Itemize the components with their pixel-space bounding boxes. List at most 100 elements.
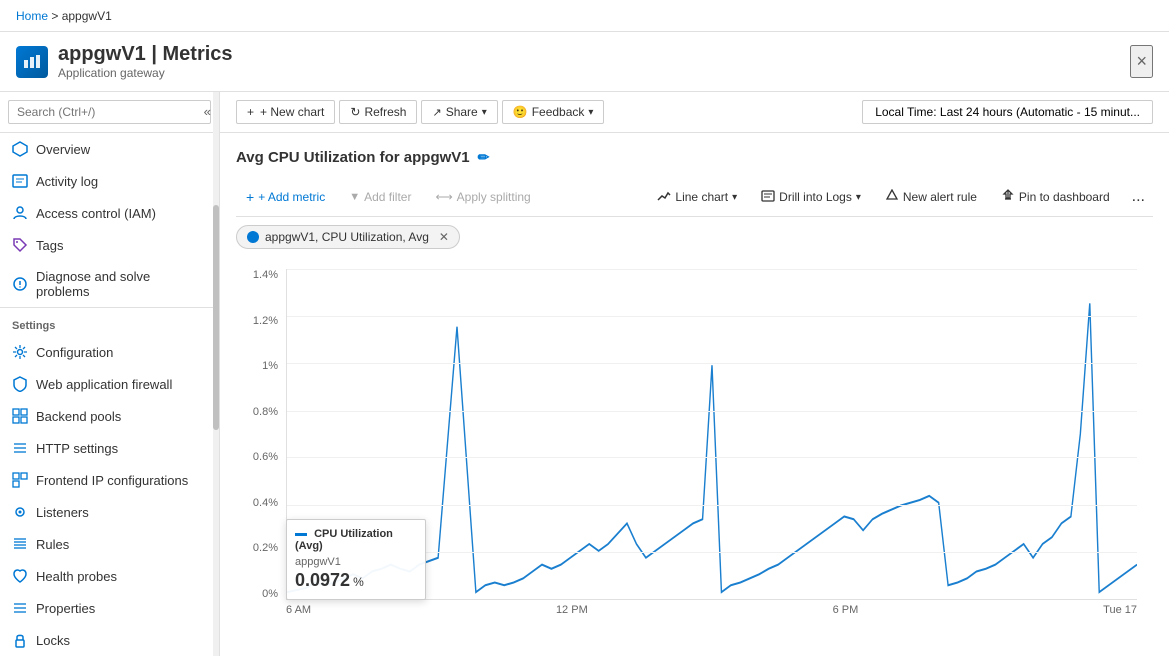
sidebar-item-activity-log[interactable]: Activity log — [0, 165, 219, 197]
y-label-6: 0.4% — [253, 497, 278, 509]
grid-line-3 — [287, 411, 1137, 412]
activity-log-icon — [12, 173, 28, 189]
share-button[interactable]: ↗ Share ▾ — [421, 100, 497, 124]
search-input[interactable] — [8, 100, 211, 124]
sidebar-item-locks[interactable]: Locks — [0, 624, 219, 656]
search-box — [0, 92, 219, 133]
page-header: appgwV1 | Metrics Application gateway × — [0, 32, 1169, 92]
overview-svg-icon — [12, 141, 28, 157]
health-probes-icon — [12, 568, 28, 584]
sidebar-item-label-activity: Activity log — [36, 174, 98, 189]
sidebar-item-backend-pools[interactable]: Backend pools — [0, 400, 219, 432]
y-label-7: 0.2% — [253, 542, 278, 554]
add-metric-button[interactable]: + + Add metric — [236, 185, 335, 209]
properties-icon — [12, 600, 28, 616]
feedback-button[interactable]: 🙂 Feedback ▾ — [502, 100, 605, 124]
drill-logs-icon — [761, 189, 775, 206]
configuration-svg-icon — [12, 344, 28, 360]
share-label: Share — [446, 105, 478, 119]
activity-log-svg-icon — [12, 173, 28, 189]
overview-icon — [12, 141, 28, 157]
grid-line-top — [287, 269, 1137, 270]
tooltip-unit: % — [353, 575, 364, 589]
chart-title-row: Avg CPU Utilization for appgwV1 ✏ — [236, 149, 1153, 166]
tooltip-label-text: CPU Utilization (Avg) — [295, 528, 393, 552]
chart-x-axis: 6 AM 12 PM 6 PM Tue 17 — [286, 600, 1137, 640]
sidebar-item-listeners[interactable]: Listeners — [0, 496, 219, 528]
backend-pools-icon — [12, 408, 28, 424]
listeners-icon — [12, 504, 28, 520]
refresh-icon: ↻ — [350, 105, 360, 119]
sidebar-item-overview[interactable]: Overview — [0, 133, 219, 165]
breadcrumb-resource: appgwV1 — [62, 9, 112, 23]
add-filter-button[interactable]: ▼ Add filter — [339, 186, 421, 208]
rules-icon — [12, 536, 28, 552]
configuration-icon — [12, 344, 28, 360]
settings-section-label: Settings — [0, 307, 219, 336]
pin-dashboard-button[interactable]: Pin to dashboard — [991, 185, 1120, 210]
sidebar-item-diagnose[interactable]: Diagnose and solve problems — [0, 261, 219, 307]
sidebar-item-label-diagnose: Diagnose and solve problems — [36, 269, 207, 299]
sidebar-item-tags[interactable]: Tags — [0, 229, 219, 261]
sidebar-item-rules[interactable]: Rules — [0, 528, 219, 560]
page-title: appgwV1 | Metrics — [58, 43, 233, 66]
http-settings-icon — [12, 440, 28, 456]
line-chart-button[interactable]: Line chart ▾ — [647, 185, 747, 210]
apply-splitting-label: Apply splitting — [457, 190, 531, 204]
breadcrumb-separator: > — [51, 9, 61, 23]
sidebar-item-label-listeners: Listeners — [36, 505, 89, 520]
sidebar-item-http-settings[interactable]: HTTP settings — [0, 432, 219, 464]
feedback-icon: 🙂 — [513, 105, 528, 119]
drill-logs-button[interactable]: Drill into Logs ▾ — [751, 185, 871, 210]
sidebar-item-health-probes[interactable]: Health probes — [0, 560, 219, 592]
sidebar-item-configuration[interactable]: Configuration — [0, 336, 219, 368]
more-options-button[interactable]: ... — [1124, 184, 1153, 210]
sidebar-scrollbar-thumb — [213, 205, 219, 431]
metric-tag: appgwV1, CPU Utilization, Avg ✕ — [236, 225, 460, 249]
chart-container: Avg CPU Utilization for appgwV1 ✏ + + Ad… — [220, 133, 1169, 656]
sidebar-item-access-control[interactable]: Access control (IAM) — [0, 197, 219, 229]
refresh-label: Refresh — [364, 105, 406, 119]
listeners-svg-icon — [12, 504, 28, 520]
sidebar-item-properties[interactable]: Properties — [0, 592, 219, 624]
sidebar-item-label-backend: Backend pools — [36, 409, 121, 424]
alert-rule-icon — [885, 189, 899, 206]
x-label-3: 6 PM — [833, 604, 859, 616]
alert-rule-button[interactable]: New alert rule — [875, 185, 987, 210]
new-chart-icon: + — [247, 105, 254, 119]
add-metric-label: + Add metric — [258, 190, 325, 204]
metric-tag-close-icon[interactable]: ✕ — [439, 230, 449, 244]
sidebar-item-frontend-ip[interactable]: Frontend IP configurations — [0, 464, 219, 496]
y-label-5: 0.6% — [253, 451, 278, 463]
sidebar-item-waf[interactable]: Web application firewall — [0, 368, 219, 400]
grid-line-5 — [287, 505, 1137, 506]
sidebar-item-label-overview: Overview — [36, 142, 90, 157]
apply-splitting-button[interactable]: ⟷ Apply splitting — [425, 186, 540, 208]
time-range-button[interactable]: Local Time: Last 24 hours (Automatic - 1… — [862, 100, 1153, 124]
refresh-button[interactable]: ↻ Refresh — [339, 100, 417, 124]
tooltip-value-row: 0.0972 % — [295, 570, 417, 591]
add-filter-label: Add filter — [364, 190, 411, 204]
splitting-icon: ⟷ — [435, 190, 452, 204]
close-button[interactable]: × — [1130, 45, 1153, 78]
locks-icon — [12, 632, 28, 648]
chart-toolbar-right: Line chart ▾ Drill into Logs ▾ — [647, 184, 1153, 210]
breadcrumb-home[interactable]: Home — [16, 9, 48, 23]
diagnose-icon — [12, 276, 28, 292]
add-metric-plus-icon: + — [246, 189, 254, 205]
new-chart-label: + New chart — [260, 105, 324, 119]
sidebar-scrollbar[interactable] — [213, 92, 219, 656]
frontend-ip-icon — [12, 472, 28, 488]
drill-logs-label: Drill into Logs — [779, 190, 852, 204]
sidebar-item-label-tags: Tags — [36, 238, 63, 253]
new-chart-button[interactable]: + + New chart — [236, 100, 335, 124]
grid-line-4 — [287, 457, 1137, 458]
tooltip-label: CPU Utilization (Avg) — [295, 528, 417, 552]
main-toolbar: + + New chart ↻ Refresh ↗ Share ▾ 🙂 Feed… — [220, 92, 1169, 133]
resource-type: Application gateway — [58, 66, 233, 80]
properties-svg-icon — [12, 600, 28, 616]
pin-icon — [1001, 189, 1015, 206]
y-label-4: 0.8% — [253, 406, 278, 418]
sidebar-item-label-access: Access control (IAM) — [36, 206, 156, 221]
chart-edit-icon[interactable]: ✏ — [478, 149, 490, 166]
